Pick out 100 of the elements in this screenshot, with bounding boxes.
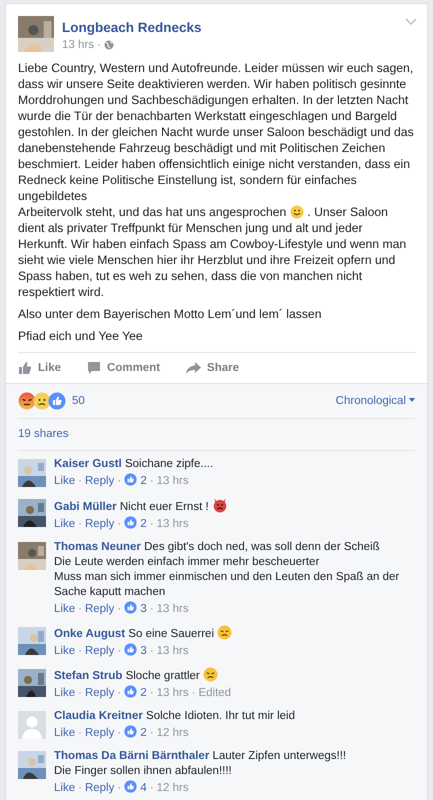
like-count-icon [124, 601, 138, 614]
post-text: Also unter dem Bayerischen Motto Lem´und lem´ lassen [18, 306, 322, 322]
separator-dot: · [150, 687, 154, 699]
comment-text: Solche Idioten. Ihr tut mir leid [146, 710, 295, 722]
separator-dot: · [150, 603, 154, 615]
separator-dot: · [78, 603, 82, 615]
post-time[interactable]: 13 hrs [62, 39, 94, 51]
post-text: . Unser Saloon [307, 204, 388, 220]
emoji-icon [290, 205, 304, 219]
like-count[interactable]: 2 [140, 475, 147, 487]
angry-reaction-icon [18, 392, 36, 410]
comment-text: Lauter Zipfen unterwegs!!! [212, 750, 346, 762]
comment-button[interactable]: Comment [87, 357, 160, 379]
comment-time[interactable]: 13 hrs [156, 645, 189, 657]
like-link[interactable]: Like [54, 782, 76, 794]
page-name[interactable]: Longbeach Rednecks [62, 20, 202, 35]
separator-dot: · [150, 727, 154, 739]
like-link[interactable]: Like [54, 603, 76, 615]
sad-reaction-icon [33, 392, 51, 410]
like-button[interactable]: Like [18, 357, 62, 379]
share-icon [186, 362, 202, 374]
reply-link[interactable]: Reply [84, 727, 114, 739]
caret-icon [409, 398, 415, 402]
separator-dot: · [78, 475, 82, 487]
like-link[interactable]: Like [54, 645, 76, 657]
share-button[interactable]: Share [186, 357, 240, 379]
like-reaction-icon [48, 392, 66, 410]
like-count[interactable]: 2 [140, 687, 147, 699]
like-count-icon [124, 725, 138, 738]
comment-time[interactable]: 13 hrs [156, 475, 189, 487]
reply-link[interactable]: Reply [84, 518, 114, 530]
reply-link[interactable]: Reply [84, 687, 114, 699]
commenter-name[interactable]: Claudia Kreitner [54, 710, 143, 722]
separator-dot: · [78, 645, 82, 657]
post-text: Liebe Country, Western und Autofreunde. Leider müssen wir euch sagen, dass wir unsere Seite deaktivieren werden. Wir haben politisch gesinnte Morddrohungen und Sachbeschädigungen erhalten. In der letzten Nacht wurde die Tür der benachbarten Werkstatt eingeschlagen und Bargeld gestohlen. In der gleichen Nacht wurde unser Saloon beschädigt und das danebenstehende Fahrzeug beschädigt und mit Politischen Zeichen beschmiert. Leider haben offensichtlich einige nicht verstanden, dass ein Redneck keine Politische Einstellung ist, sondern für einfaches ungebildetes [18, 60, 415, 204]
commenter-name[interactable]: Thomas Da Bärni Bärnthaler [54, 750, 210, 762]
separator-dot: · [117, 603, 122, 615]
like-link[interactable]: Like [54, 727, 76, 739]
reply-link[interactable]: Reply [84, 475, 114, 487]
separator-dot: · [78, 782, 82, 794]
separator-dot: · [117, 645, 122, 657]
commenter-name[interactable]: Onke August [54, 628, 126, 640]
comment-time[interactable]: 12 hrs [156, 727, 189, 739]
commenter-name[interactable]: Thomas Neuner [54, 541, 141, 553]
avatar-placeholder-icon [18, 711, 46, 739]
like-count[interactable]: 4 [140, 782, 147, 794]
separator-dot: · [150, 645, 154, 657]
comment-text: Nicht euer Ernst ! [120, 501, 209, 513]
separator-dot: · [192, 687, 196, 699]
like-count-icon [124, 685, 138, 698]
emoji-icon [202, 667, 218, 682]
like-count[interactable]: 3 [140, 645, 147, 657]
chevron-down-icon[interactable] [405, 18, 417, 25]
like-count[interactable]: 2 [140, 518, 147, 530]
emoji-icon [217, 625, 232, 640]
separator-dot: · [78, 518, 82, 530]
post-text: Arbeitervolk steht, und das hat uns angesprochen [18, 204, 286, 220]
separator-dot: · [117, 475, 122, 487]
commenter-name[interactable]: Gabi Müller [54, 501, 117, 513]
like-link[interactable]: Like [54, 687, 76, 699]
comment-time[interactable]: 13 hrs [156, 518, 189, 530]
comment-time[interactable]: 13 hrs [156, 603, 189, 615]
edited-label[interactable]: Edited [198, 687, 232, 699]
separator-dot: · [117, 727, 122, 739]
like-count-icon [124, 473, 138, 486]
comment-time[interactable]: 12 hrs [156, 782, 189, 794]
separator-dot: · [78, 687, 82, 699]
post-text: Pfiad eich und Yee Yee [18, 328, 144, 344]
emoji-icon [212, 497, 228, 513]
separator-dot: · [78, 727, 82, 739]
like-count-icon [124, 516, 138, 529]
comment-text: Sloche grattler [126, 670, 200, 682]
comment-text: Des gibt's doch ned, was soll denn der Scheiß [144, 541, 380, 553]
reply-link[interactable]: Reply [84, 782, 114, 794]
like-count-icon [124, 780, 138, 793]
like-link[interactable]: Like [54, 475, 76, 487]
like-count[interactable]: 3 [140, 603, 147, 615]
reply-link[interactable]: Reply [84, 645, 114, 657]
separator-dot: · [150, 518, 154, 530]
reply-link[interactable]: Reply [84, 603, 114, 615]
commenter-name[interactable]: Kaiser Gustl [54, 458, 122, 470]
like-count[interactable]: 2 [140, 727, 147, 739]
comment-text: So eine Sauerrei [128, 628, 214, 640]
separator-dot: · [150, 782, 154, 794]
separator-dot: · [117, 782, 122, 794]
post-text: dient als privater Treffpunkt für Menschen jung und alt und jeder Herkunft. Wir haben einfach Spass am Cowboy-Lifestyle und wenn man sieht wie viele Menschen hier ihr Herzblut und ihre Freizeit opfern und Spass haben, tut es weh zu sehen, dass die von manchen nicht respektiert wird. [18, 220, 408, 300]
commenter-name[interactable]: Stefan Strub [54, 670, 122, 682]
comment-text: Soichane zipfe.... [124, 458, 214, 470]
comment-order-dropdown[interactable]: Chronological [336, 395, 415, 407]
comment-time[interactable]: 13 hrs [156, 687, 189, 699]
like-count-icon [124, 643, 138, 656]
separator-dot: · [117, 518, 122, 530]
thumbs-up-icon [18, 361, 32, 375]
globe-icon [104, 40, 114, 50]
comment-text: Muss man sich immer einmischen und den Leuten den Spaß an der Sache kaputt machen [54, 570, 400, 600]
reaction-count[interactable]: 50 [72, 395, 85, 407]
shares-link[interactable]: 19 shares [18, 427, 69, 441]
comment-icon [87, 361, 102, 375]
comment-text: Die Finger sollen ihnen abfaulen!!!! [54, 764, 233, 779]
like-link[interactable]: Like [54, 518, 76, 530]
